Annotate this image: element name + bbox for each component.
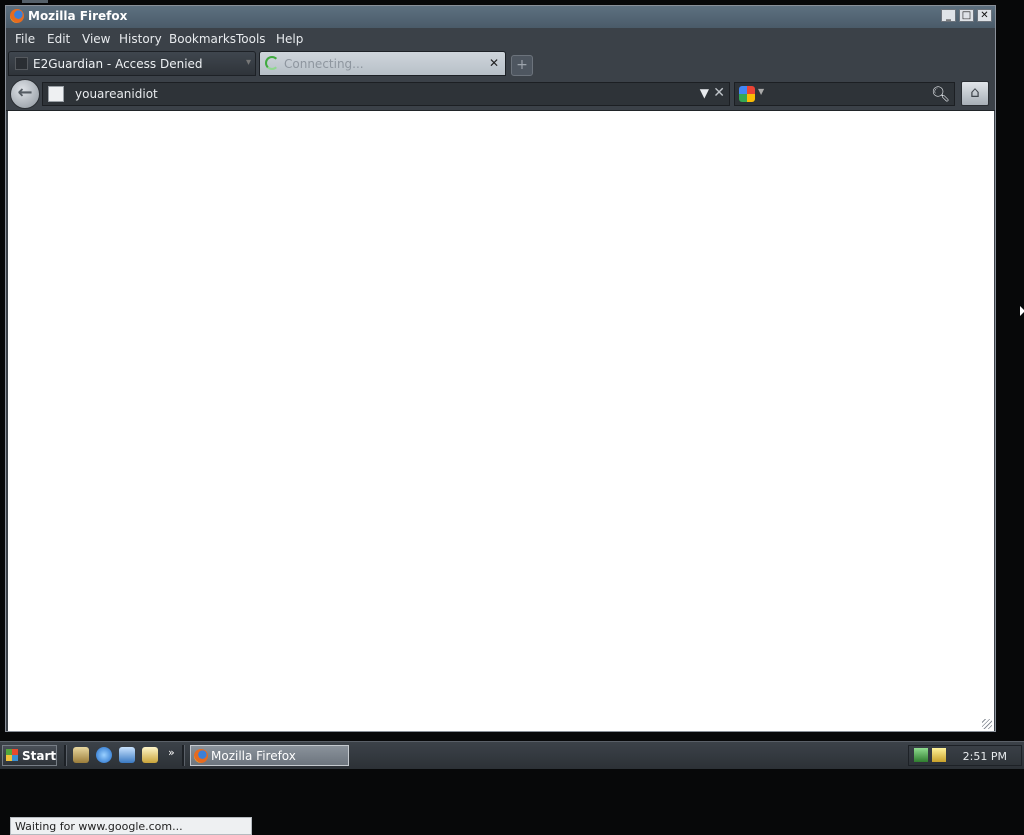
tab-label: Connecting... bbox=[284, 57, 364, 71]
home-icon: ⌂ bbox=[970, 83, 980, 101]
tab-close-icon[interactable]: ✕ bbox=[489, 56, 499, 70]
history-dropdown-icon[interactable]: ▼ bbox=[700, 86, 709, 100]
status-panel: Waiting for www.google.com... bbox=[10, 817, 252, 835]
menu-tools[interactable]: Tools bbox=[236, 32, 266, 46]
google-icon[interactable] bbox=[739, 86, 755, 102]
tab-bar: E2Guardian - Access Denied ▾ Connecting.… bbox=[6, 50, 995, 78]
search-bar[interactable]: ▼ 🔍︎ bbox=[734, 82, 955, 106]
taskbar: Start » Mozilla Firefox 2:51 PM bbox=[0, 741, 1024, 769]
menu-view[interactable]: View bbox=[82, 32, 110, 46]
outlook-express-icon[interactable] bbox=[119, 747, 135, 763]
system-tray: 2:51 PM bbox=[908, 745, 1022, 766]
magnifier-icon[interactable]: 🔍︎ bbox=[931, 85, 950, 103]
tab-e2guardian[interactable]: E2Guardian - Access Denied ▾ bbox=[8, 51, 256, 76]
home-button[interactable]: ⌂ bbox=[961, 81, 989, 106]
firefox-window: Mozilla Firefox _ □ ✕ File Edit View His… bbox=[5, 5, 996, 835]
menu-bar: File Edit View History Bookmarks Tools H… bbox=[6, 28, 995, 50]
clock[interactable]: 2:51 PM bbox=[963, 750, 1007, 763]
url-input[interactable]: youareanidiot bbox=[75, 87, 158, 101]
new-tab-button[interactable]: + bbox=[511, 55, 533, 76]
mouse-cursor-icon bbox=[1020, 306, 1024, 316]
stop-icon[interactable]: ✕ bbox=[713, 85, 725, 101]
tab-label: E2Guardian - Access Denied bbox=[33, 57, 203, 71]
status-text: Waiting for www.google.com... bbox=[15, 820, 183, 833]
chevron-down-icon: ▼ bbox=[758, 87, 765, 96]
taskbar-separator bbox=[64, 745, 67, 766]
start-button[interactable]: Start bbox=[2, 745, 57, 766]
menu-help[interactable]: Help bbox=[276, 32, 303, 46]
maximize-button[interactable]: □ bbox=[959, 9, 974, 22]
page-favicon-icon bbox=[15, 57, 28, 70]
internet-explorer-icon[interactable] bbox=[96, 747, 112, 763]
loading-spinner-icon bbox=[265, 56, 279, 70]
title-bar[interactable]: Mozilla Firefox _ □ ✕ bbox=[6, 6, 995, 29]
chevron-down-icon: ▾ bbox=[245, 57, 251, 68]
start-label: Start bbox=[22, 749, 57, 763]
desktop-edge-line bbox=[22, 0, 48, 3]
quick-launch-more-icon[interactable]: » bbox=[168, 746, 175, 759]
show-desktop-icon[interactable] bbox=[73, 747, 89, 763]
page-content[interactable]: Waiting for www.google.com... bbox=[8, 111, 994, 835]
firefox-icon bbox=[194, 749, 208, 763]
resize-grip-icon[interactable] bbox=[982, 719, 992, 729]
taskbar-firefox-button[interactable]: Mozilla Firefox bbox=[190, 745, 349, 766]
firefox-icon bbox=[10, 9, 24, 23]
taskbar-separator bbox=[182, 745, 185, 766]
menu-file[interactable]: File bbox=[15, 32, 35, 46]
menu-bookmarks[interactable]: Bookmarks bbox=[169, 32, 236, 46]
url-bar[interactable]: youareanidiot ▼ ✕ bbox=[42, 82, 730, 106]
window-title: Mozilla Firefox bbox=[28, 9, 128, 23]
site-identity-icon[interactable] bbox=[48, 86, 64, 102]
tab-connecting[interactable]: Connecting... ✕ bbox=[259, 51, 506, 76]
minimize-button[interactable]: _ bbox=[941, 9, 956, 22]
close-button[interactable]: ✕ bbox=[977, 9, 992, 22]
navigation-toolbar: youareanidiot ▼ ✕ ← ▼ 🔍︎ ⌂ bbox=[6, 78, 995, 111]
windows-logo-icon bbox=[6, 749, 18, 761]
menu-edit[interactable]: Edit bbox=[47, 32, 70, 46]
windows-explorer-icon[interactable] bbox=[142, 747, 158, 763]
security-icon[interactable] bbox=[932, 748, 946, 762]
back-button[interactable]: ← bbox=[10, 79, 40, 109]
network-icon[interactable] bbox=[914, 748, 928, 762]
back-arrow-icon: ← bbox=[17, 82, 33, 103]
menu-history[interactable]: History bbox=[119, 32, 162, 46]
taskbar-firefox-label: Mozilla Firefox bbox=[211, 749, 296, 763]
